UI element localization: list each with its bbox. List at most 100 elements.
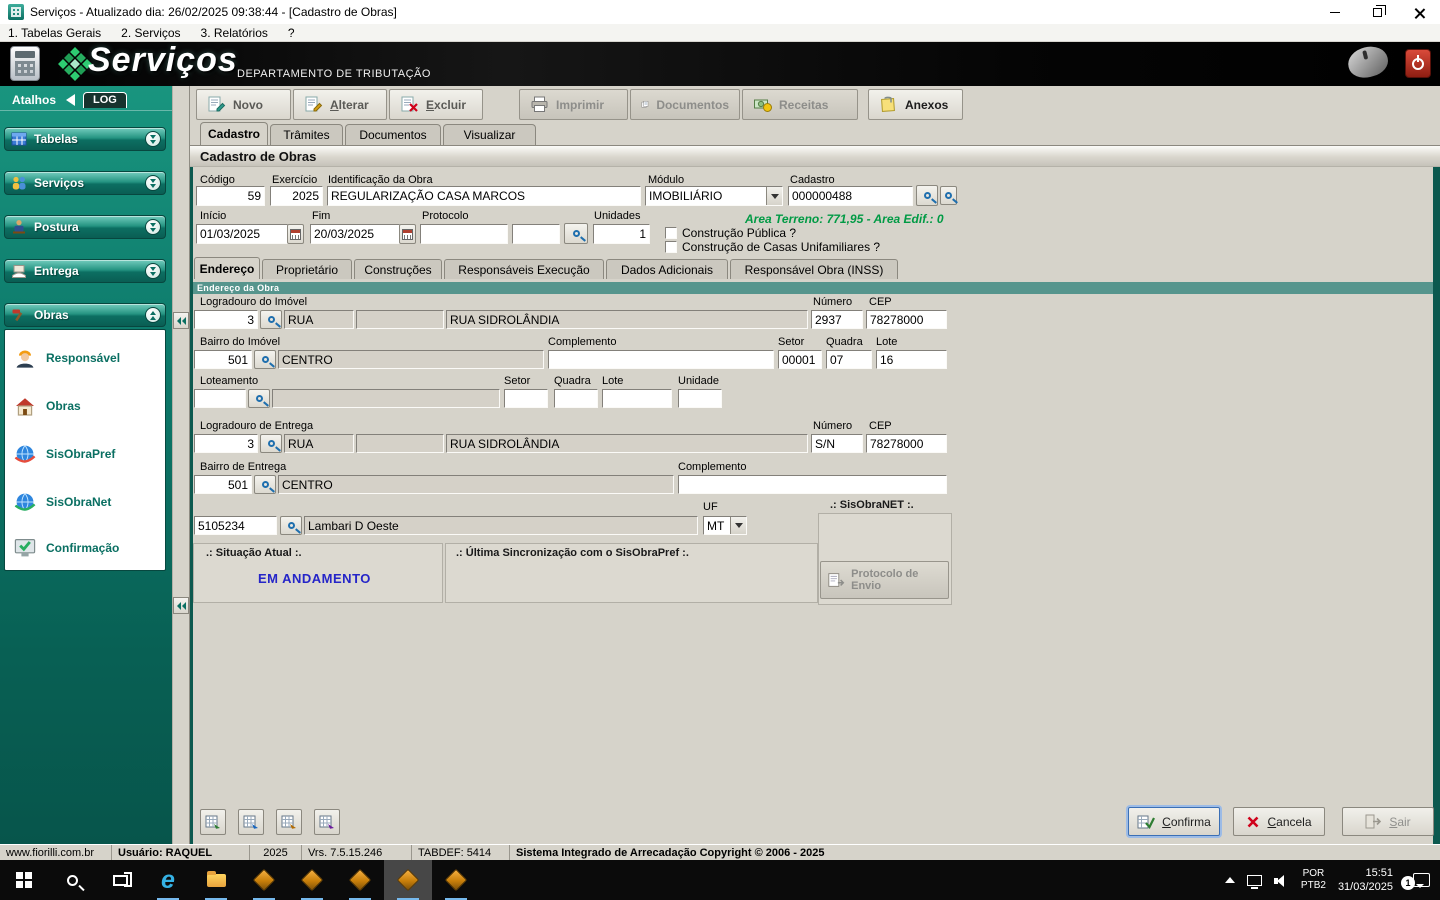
construcao-publica-checkbox[interactable] [665,227,677,239]
entrega-numero-input[interactable] [811,434,863,453]
unidades-input[interactable] [593,224,650,244]
tab-cadastro[interactable]: Cadastro [200,122,268,145]
bairro-imovel-search-button[interactable] [254,350,276,369]
sidebar-group-tabelas[interactable]: Tabelas [4,127,166,151]
cadastro-search-button-2[interactable] [940,186,957,205]
alterar-button[interactable]: Alterar [293,89,387,120]
loteamento-quadra-input[interactable] [554,389,598,408]
bairro-imovel-cod-input[interactable] [194,350,252,369]
file-explorer-taskbar-button[interactable] [192,860,240,900]
logradouro-imovel-cod-input[interactable] [194,310,258,329]
logradouro-entrega-search-button[interactable] [260,434,282,453]
exercicio-input[interactable] [270,186,323,206]
loteamento-setor-input[interactable] [504,389,548,408]
fim-date-input[interactable] [310,224,400,244]
sidebar-group-postura[interactable]: Postura [4,215,166,239]
dropdown-arrow-icon[interactable] [730,517,746,534]
app-taskbar-button-4[interactable] [384,860,432,900]
volume-icon[interactable] [1274,874,1289,887]
documentos-button[interactable]: Documentos [630,89,740,120]
imprimir-button[interactable]: Imprimir [519,89,628,120]
app-taskbar-button-3[interactable] [336,860,384,900]
novo-button[interactable]: Novo [196,89,291,120]
collapse-sidebar-button-2[interactable] [173,597,189,614]
checkbox-label[interactable]: Construção Pública ? [682,226,796,240]
tab-documentos[interactable]: Documentos [345,124,441,145]
restore-button[interactable] [1356,0,1398,24]
power-button[interactable] [1405,49,1431,78]
subtab-responsavel-obra-inss[interactable]: Responsável Obra (INSS) [730,259,898,279]
sidebar-item-obras[interactable]: Obras [13,388,161,424]
sidebar-item-sisobranet[interactable]: SisObraNet [13,484,161,520]
subtab-endereco[interactable]: Endereço [194,257,260,279]
imovel-quadra-input[interactable] [826,350,872,369]
subtab-responsaveis-execucao[interactable]: Responsáveis Execução [444,259,604,279]
loteamento-unidade-input[interactable] [678,389,722,408]
menu-servicos[interactable]: 2. Serviços [121,26,180,40]
protocolo-input[interactable] [420,224,508,244]
menu-help[interactable]: ? [288,26,295,40]
protocolo-envio-button[interactable]: Protocolo de Envio [820,561,949,599]
app-taskbar-button-2[interactable] [288,860,336,900]
cidade-cod-input[interactable] [194,516,277,535]
chevron-down-icon[interactable] [145,263,161,279]
taskbar-clock[interactable]: 15:51 31/03/2025 [1338,866,1393,895]
sidebar-splitter[interactable] [172,86,190,844]
codigo-input[interactable] [196,186,265,206]
imovel-lote-input[interactable] [876,350,947,369]
imovel-setor-input[interactable] [778,350,822,369]
chevron-down-icon[interactable] [145,175,161,191]
receitas-button[interactable]: Receitas [742,89,858,120]
cadastro-input[interactable] [788,186,913,206]
chevron-down-icon[interactable] [145,131,161,147]
start-button[interactable] [0,860,48,900]
menu-tabelas-gerais[interactable]: 1. Tabelas Gerais [8,26,101,40]
sidebar-log-tab[interactable]: LOG [83,92,127,108]
menu-relatorios[interactable]: 3. Relatórios [201,26,268,40]
dropdown-arrow-icon[interactable] [766,187,782,205]
export-grid-button-3[interactable] [276,809,302,835]
export-grid-button-2[interactable] [238,809,264,835]
task-view-button[interactable] [96,860,144,900]
anexos-button[interactable]: Anexos [868,89,963,120]
network-icon[interactable] [1247,875,1262,886]
app-taskbar-button-1[interactable] [240,860,288,900]
uf-select[interactable]: MT [703,516,747,535]
export-grid-button-4[interactable] [314,809,340,835]
protocolo-search-button[interactable] [564,223,588,244]
sidebar-item-confirmacao[interactable]: Confirmação [13,530,161,566]
export-grid-button-1[interactable] [200,809,226,835]
tab-visualizar[interactable]: Visualizar [443,124,536,145]
loteamento-search-button[interactable] [248,389,270,408]
subtab-dados-adicionais[interactable]: Dados Adicionais [606,259,728,279]
subtab-proprietario[interactable]: Proprietário [262,259,352,279]
tab-tramites[interactable]: Trâmites [270,124,343,145]
sidebar-group-entrega[interactable]: Entrega [4,259,166,283]
sidebar-item-sisobrapref[interactable]: SisObraPref [13,436,161,472]
taskbar-search-button[interactable] [48,860,96,900]
inicio-calendar-button[interactable] [287,224,304,244]
app-taskbar-button-5[interactable] [432,860,480,900]
tray-chevron-up-icon[interactable] [1225,877,1235,883]
action-center-button[interactable]: 1 [1405,873,1430,887]
loteamento-cod-input[interactable] [194,389,246,408]
sidebar-group-servicos[interactable]: Serviços [4,171,166,195]
sidebar-item-responsavel[interactable]: Responsável [13,340,161,376]
identificacao-input[interactable] [327,186,641,206]
protocolo-input-2[interactable] [512,224,560,244]
entrega-cep-input[interactable] [866,434,947,453]
entrega-complemento-input[interactable] [678,475,947,494]
excluir-button[interactable]: Excluir [389,89,483,120]
imovel-numero-input[interactable] [811,310,863,329]
logradouro-entrega-cod-input[interactable] [194,434,258,453]
imovel-complemento-input[interactable] [548,350,774,369]
checkbox-label[interactable]: Construção de Casas Unifamiliares ? [682,240,880,254]
bairro-entrega-search-button[interactable] [254,475,276,494]
logradouro-imovel-search-button[interactable] [260,310,282,329]
bairro-entrega-cod-input[interactable] [194,475,252,494]
chevron-down-icon[interactable] [145,219,161,235]
cidade-search-button[interactable] [280,516,302,535]
cadastro-search-button[interactable] [916,185,938,206]
chevron-up-icon[interactable] [145,307,161,323]
sair-button[interactable]: Sair [1342,807,1434,836]
